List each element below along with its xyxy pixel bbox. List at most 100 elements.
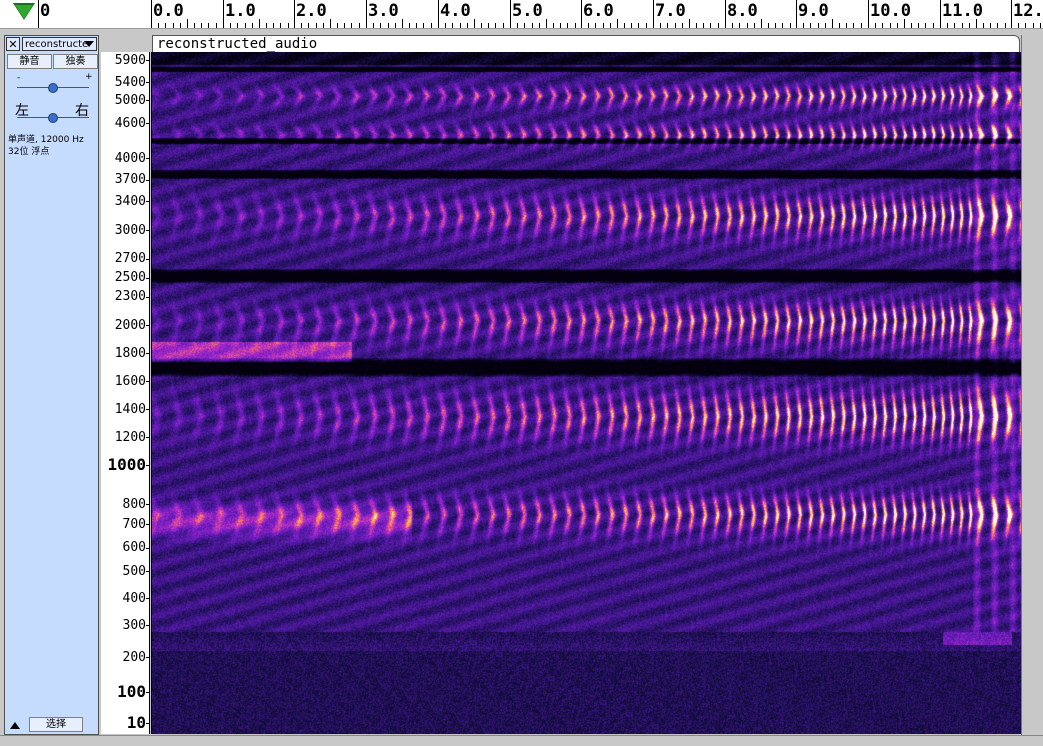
pan-slider-knob[interactable] [48,113,58,123]
timeline-minor-tick [288,23,289,28]
timeline-minor-tick [983,23,984,28]
frequency-tick [146,548,149,549]
timeline-minor-tick [624,23,625,28]
timeline-minor-tick [316,23,317,28]
frequency-tick [146,297,149,298]
frequency-tick [146,259,149,260]
frequency-label: 1400 [114,402,146,417]
timeline-minor-tick [416,23,417,28]
timeline-minor-tick [718,23,719,28]
timeline-minor-tick [954,23,955,28]
timeline-minor-tick [524,23,525,28]
timeline-minor-tick [790,23,791,28]
timeline-tick-label: 12.0 [1013,1,1043,21]
timeline-minor-tick [187,19,188,28]
chevron-down-icon [84,41,94,47]
timeline-minor-tick [732,23,733,28]
timeline-minor-tick [761,19,762,28]
timeline-minor-tick [918,23,919,28]
frequency-tick [146,409,149,410]
track-label-tab: reconstructed_audio [152,35,1020,52]
timeline-minor-tick [904,19,905,28]
collapse-up-icon[interactable] [10,722,20,729]
timeline-minor-tick [890,23,891,28]
timeline-minor-tick [252,23,253,28]
bottom-scroll-band[interactable] [0,735,1043,746]
frequency-tick [146,524,149,525]
frequency-label: 400 [122,591,146,606]
timeline-minor-tick [503,23,504,28]
timeline-tick-label: 6.0 [583,1,614,21]
timeline-minor-tick [1040,23,1041,28]
timeline-minor-tick [495,23,496,28]
timeline-minor-tick [825,23,826,28]
play-arrow-icon[interactable] [15,5,33,19]
frequency-label: 3000 [114,223,146,238]
timeline-minor-tick [810,23,811,28]
frequency-label: 600 [122,540,146,555]
timeline-tick-label: 9.0 [798,1,829,21]
timeline-minor-tick [782,23,783,28]
frequency-ruler[interactable]: 5900 5400 5000 4600 4000 3700 3400 3000 2700 2500… [101,52,150,734]
timeline-minor-tick [660,23,661,28]
timeline-major-tick [366,0,367,28]
frequency-tick [146,571,149,572]
timeline-minor-tick [388,23,389,28]
frequency-tick [146,598,149,599]
timeline-minor-tick [997,23,998,28]
timeline-minor-tick [380,23,381,28]
frequency-tick [146,278,149,279]
timeline-minor-tick [617,19,618,28]
timeline-minor-tick [546,19,547,28]
timeline-minor-tick [969,23,970,28]
timeline-major-tick [151,0,152,28]
timeline-major-tick [1011,0,1012,28]
timeline-tick-label: 2.0 [296,1,327,21]
timeline-minor-tick [280,23,281,28]
gain-plus-label: + [85,72,93,82]
timeline-minor-tick [158,23,159,28]
frequency-label: 1600 [114,374,146,389]
timeline-minor-tick [803,23,804,28]
timeline-tick-label: 0.0 [153,1,184,21]
timeline-minor-tick [395,23,396,28]
frequency-tick [146,100,149,101]
track-right-edge [1021,35,1043,735]
close-track-button[interactable]: ✕ [6,37,20,51]
timeline-minor-tick [245,23,246,28]
timeline-minor-tick [897,23,898,28]
timeline-minor-tick [201,23,202,28]
timeline-minor-tick [553,23,554,28]
gain-slider-knob[interactable] [48,83,58,93]
timeline-minor-tick [667,23,668,28]
timeline-ruler[interactable]: 0 0.0 1.0 2.0 3.0 4.0 5.0 6.0 7.0 8.0 9.0 10.0 11.0… [0,0,1043,29]
timeline-minor-tick [588,23,589,28]
timeline-minor-tick [180,23,181,28]
timeline-minor-tick [560,23,561,28]
track-name-dropdown[interactable]: reconstructe [22,37,97,51]
frequency-label: 2700 [114,251,146,266]
frequency-label: 1000 [107,455,146,474]
frequency-label: 2300 [114,289,146,304]
frequency-tick [146,123,149,124]
timeline-minor-tick [990,23,991,28]
timeline-major-tick [510,0,511,28]
timeline-major-tick [223,0,224,28]
mute-button[interactable]: 静音 [7,54,52,69]
frequency-label: 3400 [114,194,146,209]
select-track-button[interactable]: 选择 [29,717,83,732]
spectrogram-view[interactable] [151,52,1021,734]
frequency-tick [146,504,149,505]
timeline-minor-tick [517,23,518,28]
timeline-minor-tick [208,23,209,28]
timeline-minor-tick [682,23,683,28]
timeline-minor-tick [481,23,482,28]
spectrogram-canvas[interactable] [152,52,1021,734]
frequency-tick [146,723,149,724]
solo-button[interactable]: 独奏 [53,54,98,69]
frequency-tick [146,657,149,658]
track-control-panel[interactable]: ✕ reconstructe 静音 独奏 - + 左 右 单声道, 12000 … [4,35,99,735]
frequency-tick [146,625,149,626]
frequency-label: 10 [126,713,146,732]
timeline-minor-tick [775,23,776,28]
